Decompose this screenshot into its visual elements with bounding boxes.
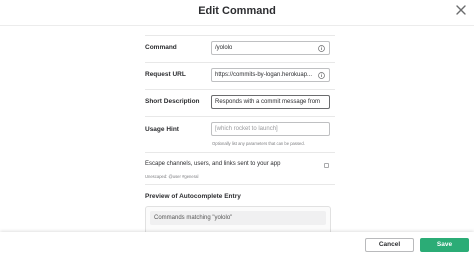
section-divider (145, 116, 335, 117)
preview-matching-text: Commands matching "yololo" (150, 211, 326, 225)
command-label: Command (145, 44, 177, 51)
cancel-button[interactable]: Cancel (365, 238, 414, 252)
section-divider (145, 35, 335, 36)
usage-hint-label: Usage Hint (145, 126, 179, 133)
request-url-value: https://commits-by-logan.herokuap... (215, 72, 313, 78)
section-divider (145, 152, 335, 153)
short-description-value: Responds with a commit message from (215, 99, 321, 105)
short-description-label: Short Description (145, 98, 200, 105)
close-icon[interactable] (454, 3, 468, 17)
info-icon[interactable] (318, 45, 325, 52)
short-description-input[interactable]: Responds with a commit message from (211, 95, 330, 109)
command-input[interactable]: /yololo (211, 41, 330, 55)
command-value: /yololo (215, 45, 233, 51)
section-divider (145, 62, 335, 63)
usage-hint-help: Optionally list any parameters that can … (212, 141, 305, 146)
usage-hint-placeholder: [which rocket to launch] (215, 126, 278, 132)
form-area: Command /yololo Request URL https://comm… (0, 26, 474, 232)
save-button[interactable]: Save (420, 238, 469, 252)
escape-checkbox[interactable] (324, 163, 329, 168)
section-divider (145, 89, 335, 90)
info-icon[interactable] (318, 72, 325, 79)
section-divider (145, 184, 335, 185)
preview-label: Preview of Autocomplete Entry (145, 193, 241, 200)
request-url-label: Request URL (145, 71, 186, 78)
request-url-input[interactable]: https://commits-by-logan.herokuap... (211, 68, 330, 82)
autocomplete-preview: Commands matching "yololo" (145, 206, 331, 232)
dialog-footer: Cancel Save (0, 232, 474, 259)
dialog-title: Edit Command (198, 5, 276, 17)
escape-label: Escape channels, users, and links sent t… (145, 161, 281, 167)
dialog-header: Edit Command (0, 0, 474, 24)
usage-hint-input[interactable]: [which rocket to launch] (211, 122, 330, 136)
unescaped-example: Unescaped: @user #general (145, 174, 199, 179)
